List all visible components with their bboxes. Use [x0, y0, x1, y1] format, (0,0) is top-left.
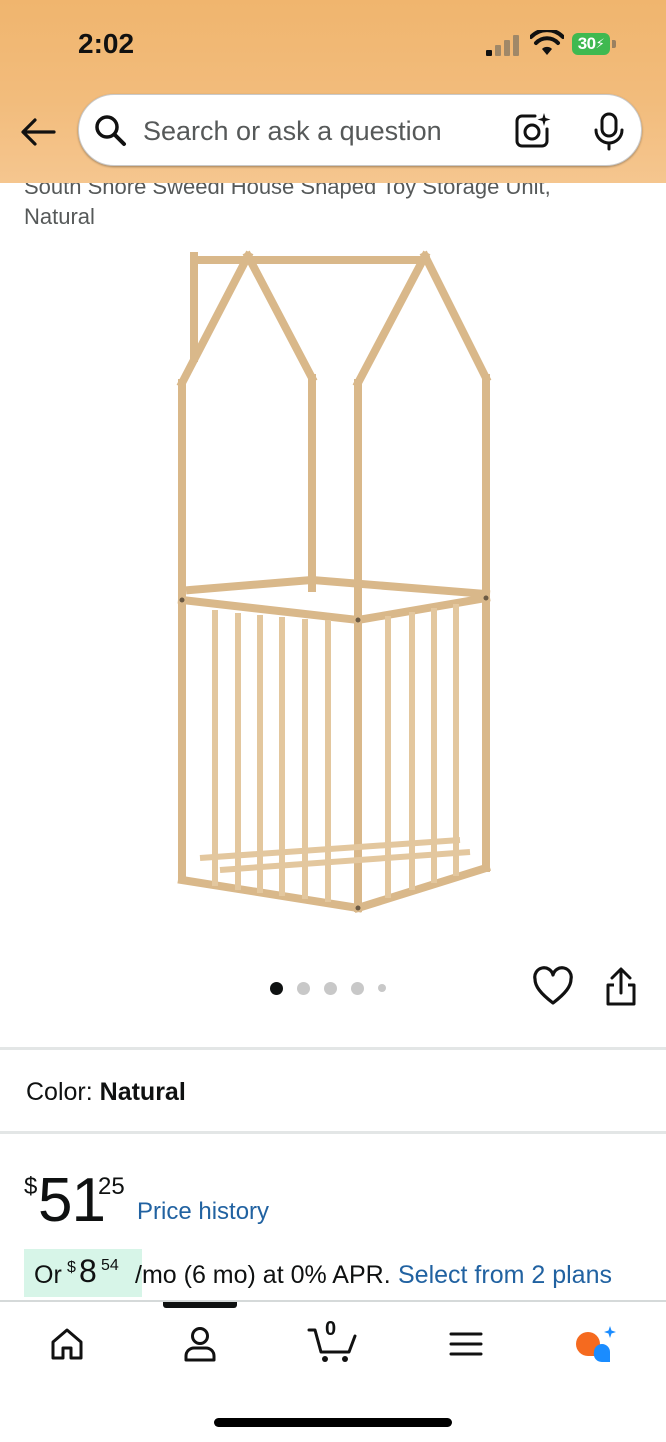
rufus-assistant-icon: [576, 1326, 616, 1363]
nav-cart[interactable]: 0: [306, 1318, 360, 1366]
nav-account[interactable]: [176, 1322, 224, 1366]
image-carousel-dots[interactable]: [270, 980, 386, 996]
back-button[interactable]: [18, 112, 58, 152]
select-plans-link[interactable]: Select from 2 plans: [398, 1261, 612, 1290]
price-whole: 51: [38, 1166, 106, 1235]
installment-prefix: Or: [34, 1261, 62, 1289]
wishlist-heart-icon[interactable]: [532, 966, 574, 1008]
wifi-icon: [530, 30, 564, 55]
installment-currency: $: [67, 1259, 76, 1276]
menu-icon: [449, 1332, 483, 1356]
installment-whole: 8: [79, 1253, 97, 1289]
nav-home[interactable]: [43, 1322, 91, 1366]
search-input[interactable]: [141, 95, 495, 167]
carousel-dot[interactable]: [297, 981, 310, 995]
carousel-dot[interactable]: [324, 981, 337, 995]
cellular-signal-icon: [486, 35, 519, 56]
back-arrow-icon: [21, 118, 56, 146]
price-currency: $: [24, 1173, 38, 1200]
camera-search-icon[interactable]: [513, 111, 553, 151]
carousel-dot[interactable]: [270, 981, 283, 995]
color-value: Natural: [99, 1078, 186, 1106]
home-indicator: [214, 1418, 452, 1427]
color-selection[interactable]: Color: Natural: [26, 1078, 186, 1107]
section-divider: [0, 1047, 666, 1050]
active-tab-indicator: [163, 1302, 237, 1308]
microphone-icon[interactable]: [589, 111, 629, 151]
product-image[interactable]: [160, 238, 500, 928]
price-fraction: 25: [98, 1173, 125, 1200]
battery-icon: 30 ⚡: [572, 33, 616, 55]
section-divider: [0, 1131, 666, 1134]
status-time: 2:02: [78, 28, 135, 59]
price-history-link[interactable]: Price history: [137, 1198, 269, 1226]
search-bar[interactable]: [78, 94, 642, 167]
bottom-navigation: 0: [0, 1300, 666, 1442]
carousel-dot[interactable]: [378, 984, 386, 992]
installment-fraction: 54: [101, 1257, 119, 1274]
share-icon[interactable]: [603, 966, 639, 1008]
color-label: Color:: [26, 1078, 93, 1106]
cart-count: 0: [325, 1318, 337, 1340]
app-header: 2:02 30 ⚡: [0, 0, 666, 183]
battery-level: 30: [577, 34, 596, 53]
user-icon: [184, 1327, 216, 1362]
installment-terms: /mo (6 mo) at 0% APR.: [135, 1261, 391, 1289]
search-icon: [95, 115, 126, 146]
carousel-dot[interactable]: [351, 981, 364, 995]
home-icon: [51, 1328, 83, 1360]
nav-rufus[interactable]: [572, 1322, 620, 1366]
nav-menu[interactable]: [442, 1322, 490, 1366]
installment-offer: Or $ 8 54 /mo (6 mo) at 0% APR. Select f…: [24, 1249, 664, 1299]
